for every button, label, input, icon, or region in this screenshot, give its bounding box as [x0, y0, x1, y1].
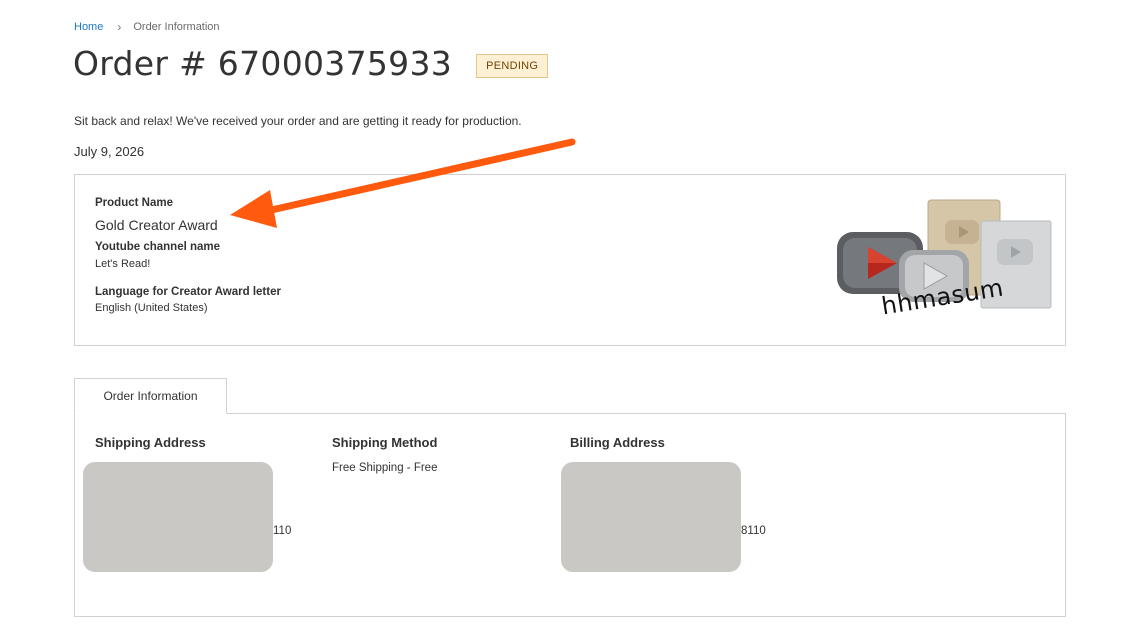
tab-order-information[interactable]: Order Information: [74, 378, 227, 414]
product-name-label: Product Name: [95, 197, 173, 209]
shipping-address-text: 110: [273, 525, 292, 537]
shipping-address-heading: Shipping Address: [95, 435, 206, 450]
billing-address-text: 8110: [741, 525, 766, 537]
language-label: Language for Creator Award letter: [95, 286, 281, 298]
order-information-panel: Shipping Address 110 Shipping Method Fre…: [74, 413, 1066, 617]
order-message: Sit back and relax! We've received your …: [74, 114, 522, 128]
status-badge: PENDING: [476, 53, 549, 78]
shipping-method-heading: Shipping Method: [332, 435, 438, 450]
language-value: English (United States): [95, 302, 208, 314]
product-name: Gold Creator Award: [95, 217, 218, 233]
breadcrumb-home-link[interactable]: Home: [74, 21, 103, 33]
play-button-award-image: [837, 199, 1052, 309]
breadcrumb: Home › Order Information: [74, 20, 220, 34]
arrow-annotation: [230, 138, 576, 228]
billing-address-heading: Billing Address: [570, 435, 665, 450]
shipping-method-value: Free Shipping - Free: [332, 462, 438, 474]
channel-name-label: Youtube channel name: [95, 241, 221, 253]
shipping-address-redaction: [83, 462, 273, 572]
billing-address-redaction: [561, 462, 741, 572]
order-date: July 9, 2026: [74, 144, 145, 159]
channel-name-value: Let's Read!: [95, 258, 151, 270]
chevron-right-icon: ›: [117, 20, 122, 34]
page-title: Order # 67000375933: [73, 44, 453, 83]
breadcrumb-current: Order Information: [133, 21, 220, 33]
title-row: Order # 67000375933 PENDING: [73, 44, 549, 83]
